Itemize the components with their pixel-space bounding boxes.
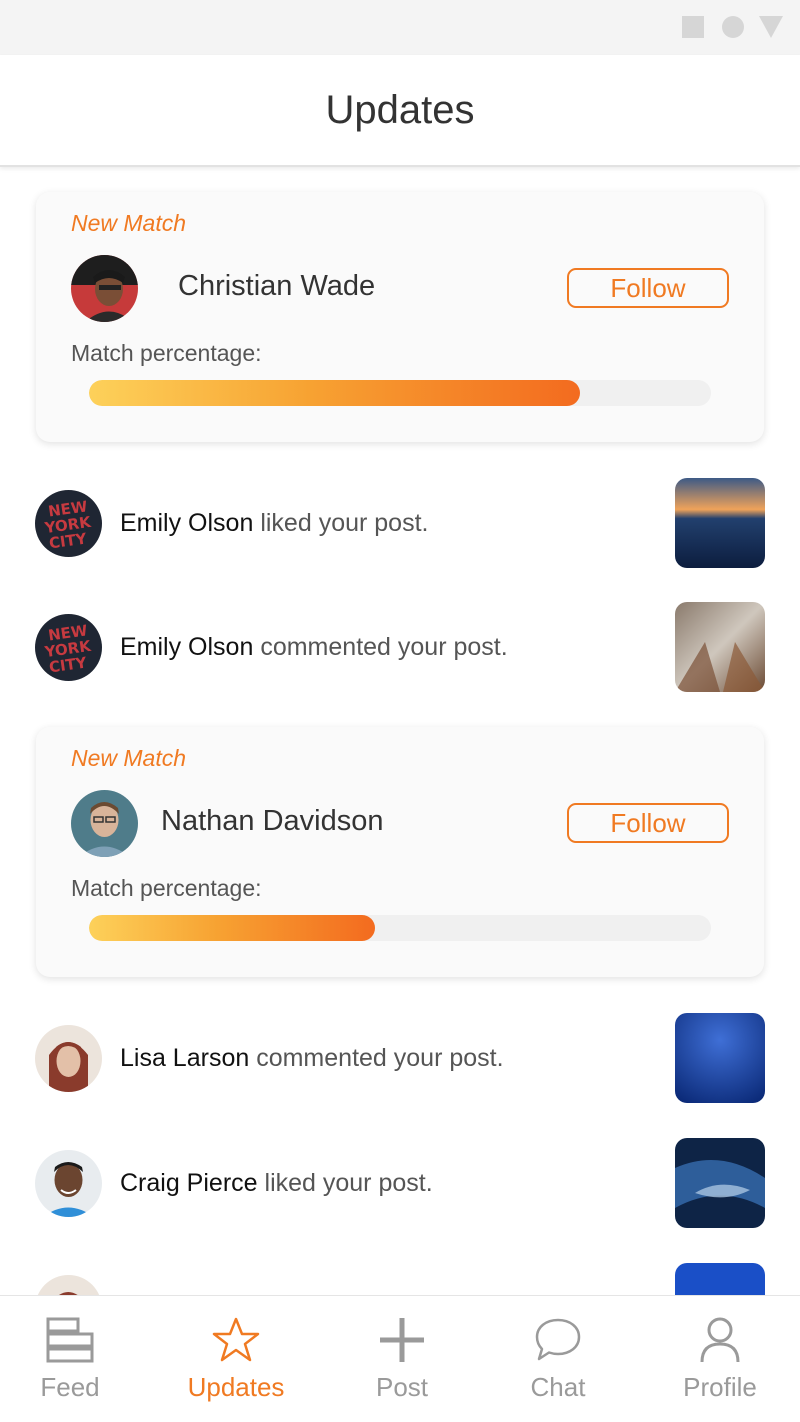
tab-profile[interactable]: Profile	[670, 1296, 770, 1422]
match-progress-track	[89, 380, 711, 406]
match-progress-fill	[89, 915, 376, 941]
activity-user-name[interactable]: Lisa Larson	[120, 1044, 249, 1072]
feed-icon	[46, 1317, 94, 1363]
match-progress-track	[89, 915, 711, 941]
tab-label: Post	[375, 1372, 429, 1402]
activity-action: commented your post.	[256, 1044, 504, 1072]
post-thumbnail[interactable]	[675, 602, 765, 692]
activity-user-name[interactable]: Emily Olson	[120, 633, 253, 661]
avatar[interactable]	[35, 1025, 102, 1092]
post-thumbnail[interactable]	[675, 1263, 765, 1295]
activity-text: Lisa Larson commented your post.	[120, 1044, 504, 1073]
match-percentage-label: Match percentage:	[71, 875, 262, 901]
match-card: New Match Christian Wade Follow Match pe…	[36, 192, 764, 442]
star-icon	[212, 1317, 260, 1362]
activity-row[interactable]: NEW YORK CITY Emily Olson commented your…	[0, 602, 800, 692]
activity-row[interactable]	[0, 1263, 800, 1295]
activity-text: Emily Olson liked your post.	[120, 509, 428, 538]
tab-feed[interactable]: Feed	[20, 1296, 120, 1422]
tab-post[interactable]: Post	[352, 1296, 452, 1422]
avatar[interactable]: NEW YORK CITY	[35, 614, 102, 681]
match-card: New Match Nathan Davidson Follow Match p…	[36, 727, 764, 977]
activity-action: liked your post.	[260, 509, 429, 537]
back-icon	[759, 16, 783, 38]
recents-icon	[682, 16, 704, 38]
activity-user-name[interactable]: Emily Olson	[120, 509, 253, 537]
new-match-tag: New Match	[71, 745, 187, 771]
follow-button[interactable]: Follow	[567, 803, 729, 843]
match-progress-fill	[89, 380, 581, 406]
match-percentage-label: Match percentage:	[71, 340, 262, 366]
post-thumbnail[interactable]	[675, 478, 765, 568]
avatar[interactable]	[71, 255, 138, 322]
tab-label: Feed	[40, 1372, 100, 1402]
activity-user-name[interactable]: Craig Pierce	[120, 1169, 258, 1197]
avatar[interactable]	[71, 790, 138, 857]
bottom-tab-bar: Feed Updates Post Chat Profile	[0, 1295, 800, 1422]
tab-label: Updates	[187, 1372, 285, 1402]
updates-list[interactable]: New Match Christian Wade Follow Match pe…	[0, 170, 800, 1295]
activity-row[interactable]: NEW YORK CITY Emily Olson liked your pos…	[0, 478, 800, 568]
avatar[interactable]	[35, 1275, 102, 1295]
post-thumbnail[interactable]	[675, 1013, 765, 1103]
activity-text: Emily Olson commented your post.	[120, 633, 508, 662]
tab-label: Chat	[530, 1372, 586, 1402]
match-name[interactable]: Christian Wade	[178, 270, 375, 303]
activity-action: commented your post.	[260, 633, 508, 661]
status-bar	[0, 0, 800, 55]
post-thumbnail[interactable]	[675, 1138, 765, 1228]
tab-label: Profile	[683, 1372, 757, 1402]
new-match-tag: New Match	[71, 210, 187, 236]
activity-row[interactable]: Lisa Larson commented your post.	[0, 1013, 800, 1103]
tab-chat[interactable]: Chat	[508, 1296, 608, 1422]
follow-button[interactable]: Follow	[567, 268, 729, 308]
tab-updates[interactable]: Updates	[176, 1296, 296, 1422]
avatar[interactable]: NEW YORK CITY	[35, 490, 102, 557]
activity-action: liked your post.	[264, 1169, 433, 1197]
app-header: Updates	[0, 55, 800, 167]
avatar[interactable]	[35, 1150, 102, 1217]
activity-text: Craig Pierce liked your post.	[120, 1169, 433, 1198]
chat-bubble-icon	[535, 1318, 581, 1361]
person-icon	[700, 1317, 740, 1363]
plus-icon	[380, 1318, 424, 1362]
page-title: Updates	[325, 87, 475, 132]
home-icon	[722, 16, 744, 38]
activity-row[interactable]: Craig Pierce liked your post.	[0, 1138, 800, 1228]
match-name[interactable]: Nathan Davidson	[161, 805, 383, 838]
